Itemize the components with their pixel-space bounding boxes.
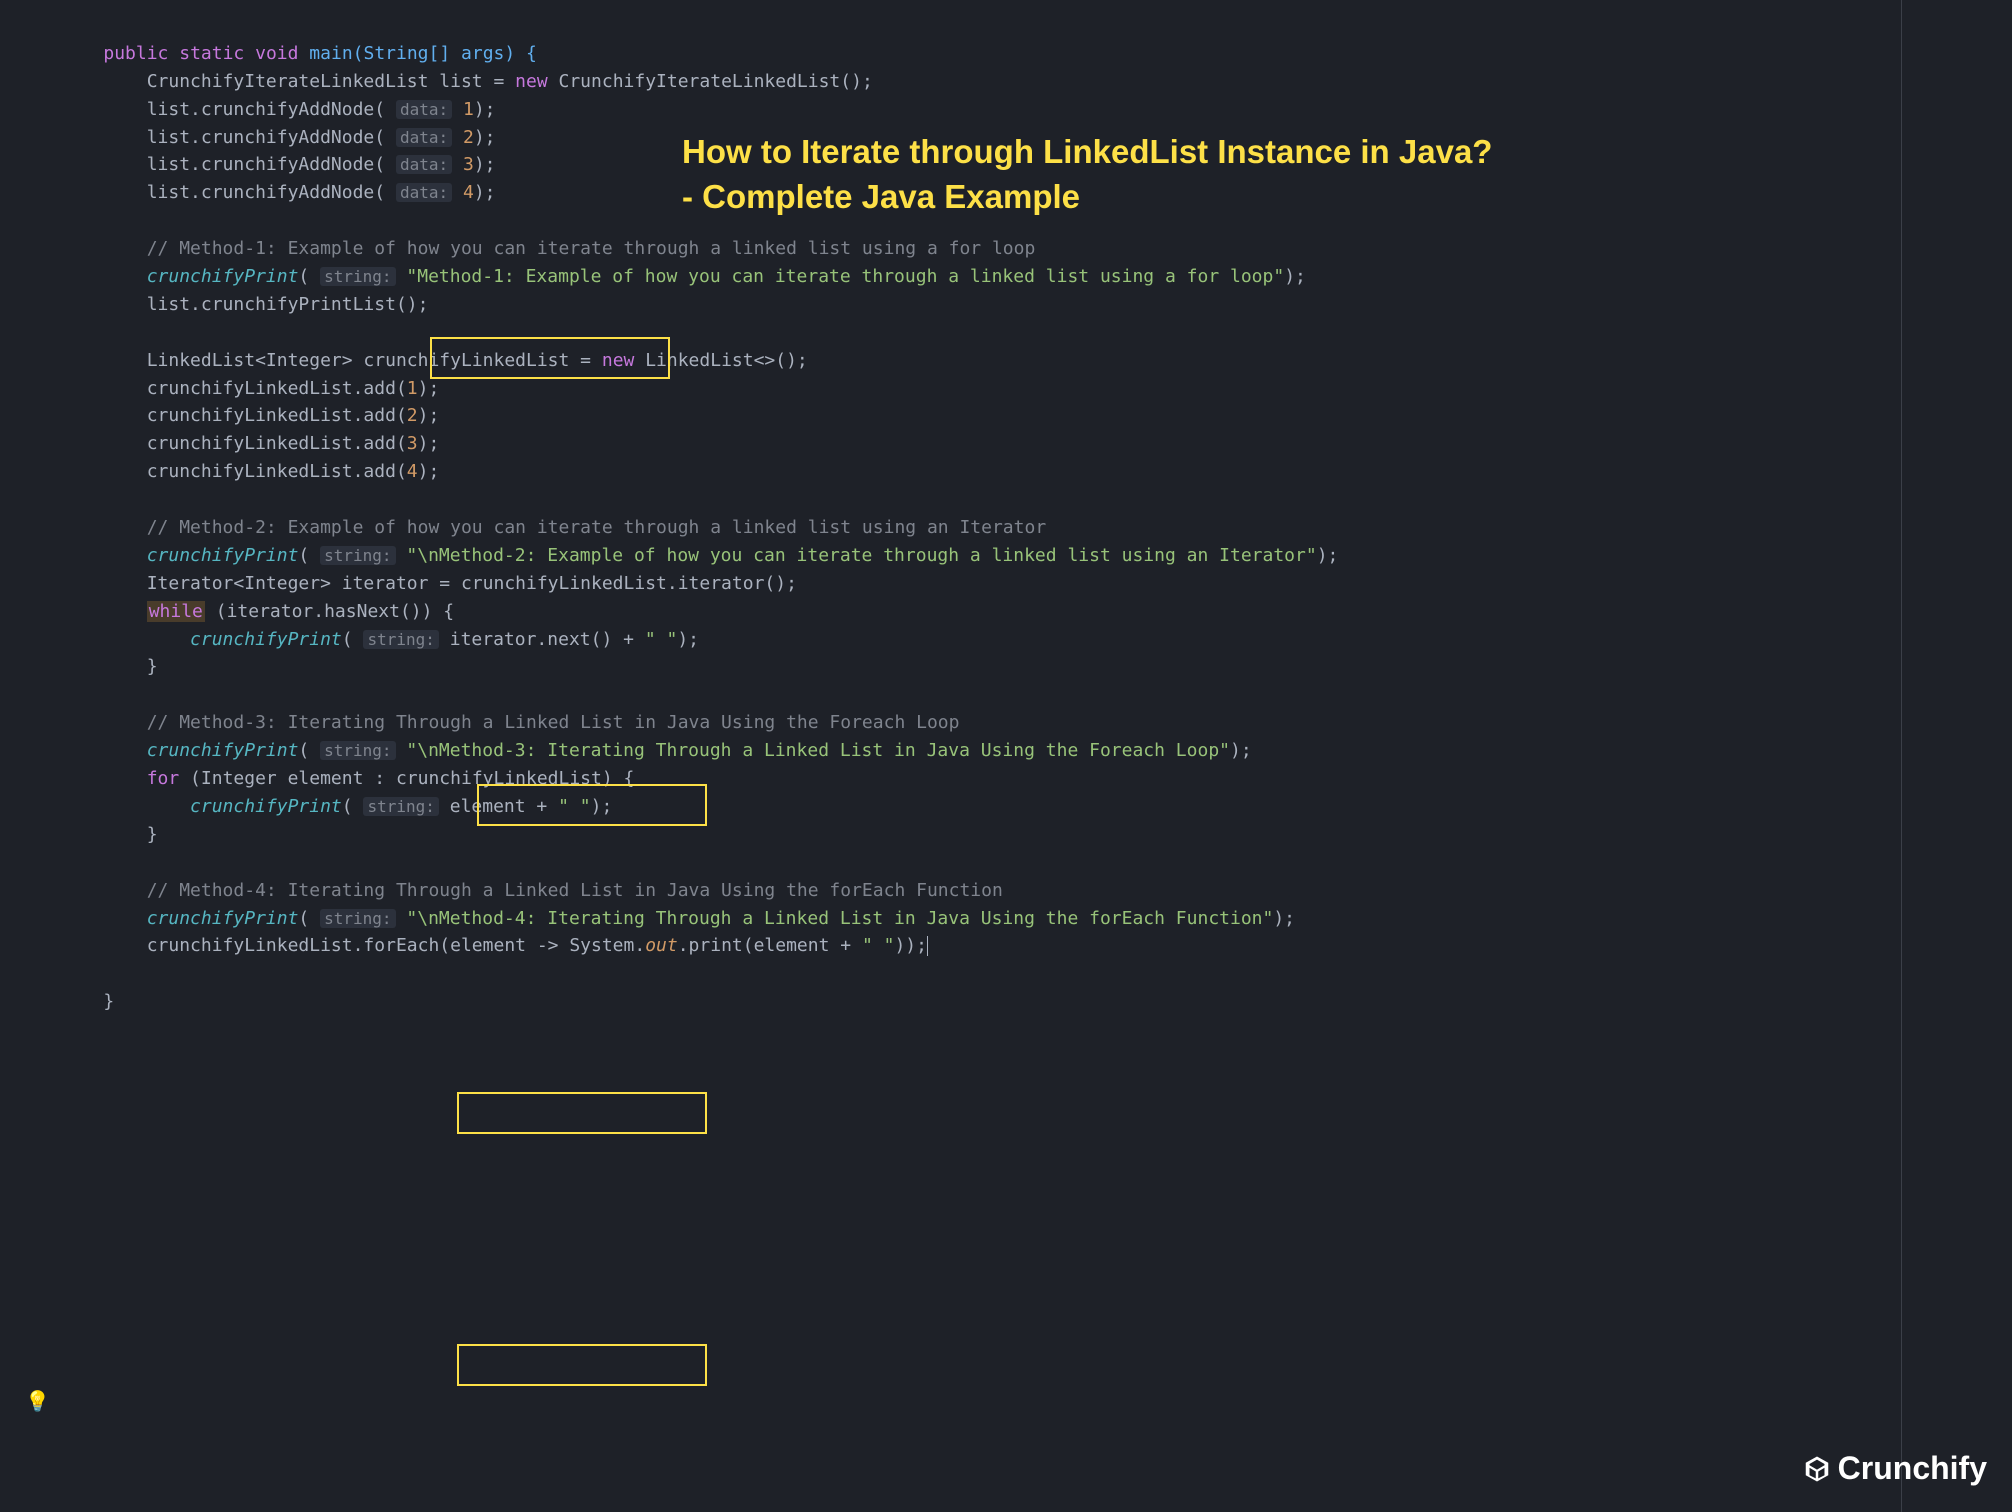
string-literal: "Method-1: Example of how you can iterat… (406, 266, 1284, 287)
string-literal: "\nMethod-2: Example of how you can iter… (406, 545, 1316, 566)
code-line: CrunchifyIterateLinkedList list = (60, 71, 515, 92)
string-literal: "\nMethod-4: Iterating Through a Linked … (406, 908, 1273, 929)
overlay-title: How to Iterate through LinkedList Instan… (682, 130, 1492, 219)
lightbulb-icon[interactable]: 💡 (25, 1386, 50, 1417)
comment: // Method-1: Example of how you can iter… (60, 238, 1035, 259)
field-out: out (645, 935, 678, 956)
keyword-void: void (255, 43, 298, 64)
highlight-box-3 (457, 1092, 707, 1134)
fn-crunchifyprint: crunchifyPrint (147, 266, 299, 287)
keyword-for: for (147, 768, 180, 789)
code-line: list.crunchifyPrintList(); (60, 294, 428, 315)
crunchify-logo-icon (1802, 1454, 1832, 1484)
keyword-public: public (103, 43, 168, 64)
code-line: Iterator<Integer> iterator = crunchifyLi… (60, 573, 797, 594)
comment: // Method-3: Iterating Through a Linked … (60, 712, 959, 733)
comment: // Method-2: Example of how you can iter… (60, 517, 1046, 538)
right-margin-guide (1901, 0, 1902, 1512)
keyword-static: static (179, 43, 244, 64)
keyword-new: new (515, 71, 548, 92)
highlight-box-4 (457, 1344, 707, 1386)
keyword-while: while (147, 601, 205, 622)
closing-brace: } (60, 991, 114, 1012)
text-cursor (927, 936, 928, 956)
comment: // Method-4: Iterating Through a Linked … (60, 880, 1003, 901)
title-line-2: - Complete Java Example (682, 178, 1080, 215)
crunchify-logo: Crunchify (1802, 1444, 1987, 1494)
title-line-1: How to Iterate through LinkedList Instan… (682, 133, 1492, 170)
method-main: main(String[] args) { (298, 43, 536, 64)
string-literal: "\nMethod-3: Iterating Through a Linked … (406, 740, 1230, 761)
logo-text: Crunchify (1838, 1444, 1987, 1494)
param-hint: data: (396, 100, 452, 119)
